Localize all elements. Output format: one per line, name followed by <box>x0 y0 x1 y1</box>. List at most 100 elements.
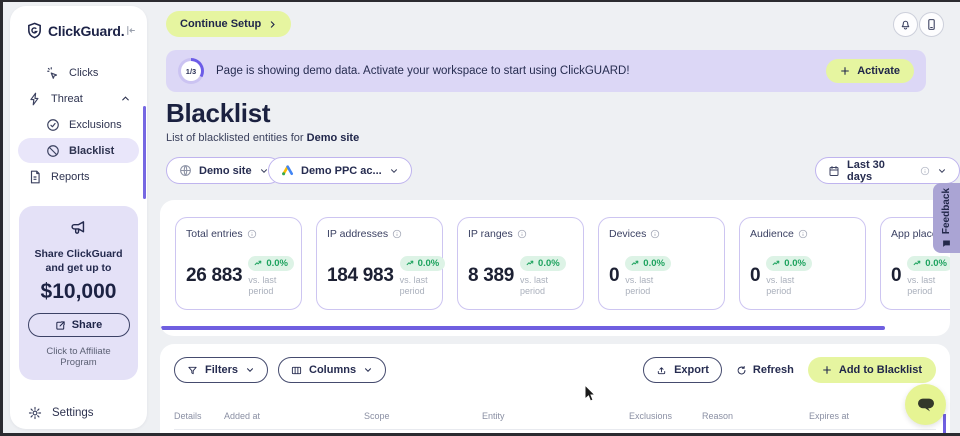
window-frame-left <box>0 0 3 436</box>
date-range-value: Last 30 days <box>847 159 913 183</box>
stat-delta-value: 0.0% <box>784 258 806 269</box>
stat-card: Audience 0 0.0% vs. last period <box>739 217 866 310</box>
stat-delta: 0.0%vs. last period <box>400 255 432 298</box>
columns-button[interactable]: Columns <box>278 357 386 383</box>
feedback-tab[interactable]: Feedback <box>933 183 960 253</box>
stat-delta-value: 0.0% <box>538 258 560 269</box>
refresh-icon <box>736 365 747 376</box>
setup-progress-ring: 1/3 <box>178 58 204 84</box>
upload-icon <box>656 365 667 376</box>
stat-value: 0 <box>609 265 619 287</box>
stat-vs-label: vs. last period <box>248 275 291 298</box>
column-header[interactable]: Added at <box>224 411 364 421</box>
notifications-button[interactable] <box>893 12 918 37</box>
feedback-label: Feedback <box>941 188 952 234</box>
stats-cards-row: Total entries26 8830.0%vs. last periodIP… <box>160 200 950 310</box>
sidebar-item-reports[interactable]: Reports <box>18 164 139 189</box>
stats-panel: Total entries26 8830.0%vs. last periodIP… <box>160 200 950 336</box>
activate-button[interactable]: Activate <box>826 59 914 83</box>
chat-widget-button[interactable] <box>905 384 946 425</box>
columns-label: Columns <box>309 364 356 376</box>
shield-logo-icon <box>26 22 43 39</box>
stat-delta: 0.0%vs. last period <box>907 255 950 298</box>
export-button[interactable]: Export <box>643 357 722 383</box>
chevron-down-icon <box>363 365 373 375</box>
sidebar: ClickGuard. Clicks Threat Exclusions <box>10 6 147 429</box>
sidebar-item-blacklist[interactable]: Blacklist <box>18 138 139 163</box>
stat-value: 0 <box>750 265 760 287</box>
trend-up-icon <box>772 259 781 268</box>
stat-vs-label: vs. last period <box>766 275 812 298</box>
info-circle-icon <box>650 229 660 239</box>
stat-label: Audience <box>750 228 794 240</box>
site-selector-value: Demo site <box>199 165 252 177</box>
speech-bubble-icon <box>916 397 936 413</box>
filters-label: Filters <box>205 364 238 376</box>
logo-row: ClickGuard. <box>10 6 147 51</box>
sidebar-item-threat[interactable]: Threat <box>18 86 139 111</box>
date-range-selector[interactable]: Last 30 days <box>815 157 960 184</box>
blacklist-table-panel: Filters Columns Export <box>160 344 950 436</box>
column-header[interactable]: Reason <box>702 411 809 421</box>
stat-vs-label: vs. last period <box>400 275 432 298</box>
chevron-down-icon <box>389 166 399 176</box>
bell-icon <box>899 18 912 31</box>
stat-delta-value: 0.0% <box>266 258 288 269</box>
funnel-icon <box>187 365 198 376</box>
continue-setup-button[interactable]: Continue Setup <box>166 11 291 37</box>
refresh-button[interactable]: Refresh <box>736 364 794 376</box>
info-circle-icon <box>392 229 402 239</box>
stat-card: IP ranges8 3890.0%vs. last period <box>457 217 584 310</box>
page-subtitle-entity: Demo site <box>307 132 360 144</box>
stats-horizontal-scrollbar[interactable] <box>161 326 885 330</box>
settings-label: Settings <box>52 407 94 419</box>
sidebar-item-settings[interactable]: Settings <box>28 406 147 420</box>
cursor-click-icon <box>46 66 60 80</box>
share-button[interactable]: Share <box>28 313 130 337</box>
column-header[interactable]: Entity <box>482 411 629 421</box>
promo-heading: Share ClickGuard and get up to <box>27 247 130 275</box>
column-header[interactable]: Exclusions <box>629 411 702 421</box>
add-to-blacklist-button[interactable]: Add to Blacklist <box>808 357 936 383</box>
page-vertical-scrollbar[interactable] <box>943 414 946 434</box>
stat-card: Devices00.0%vs. last period <box>598 217 725 310</box>
trend-up-icon <box>913 259 922 268</box>
add-to-blacklist-label: Add to Blacklist <box>839 364 922 376</box>
stat-card: Total entries 26 883 0.0% vs. last period <box>175 217 302 310</box>
stat-delta: 0.0% vs. last period <box>248 255 291 298</box>
docs-button[interactable] <box>919 12 944 37</box>
site-selector[interactable]: Demo site <box>166 157 282 184</box>
page-subtitle-text: List of blacklisted entities for <box>166 132 304 144</box>
info-circle-icon <box>247 229 257 239</box>
affiliate-promo-card: Share ClickGuard and get up to $10,000 S… <box>19 206 138 380</box>
chevron-down-icon <box>937 166 947 176</box>
ppc-account-selector[interactable]: Demo PPC ac... <box>268 157 412 184</box>
sidebar-scrollbar[interactable] <box>143 106 146 199</box>
window-frame-top <box>0 0 960 2</box>
stat-card: IP addresses184 9830.0%vs. last period <box>316 217 443 310</box>
lightning-icon <box>28 92 42 106</box>
sidebar-item-clicks[interactable]: Clicks <box>18 60 139 85</box>
export-label: Export <box>674 364 709 376</box>
stat-delta-value: 0.0% <box>925 258 947 269</box>
column-header[interactable]: Details <box>174 411 224 421</box>
column-header[interactable]: Scope <box>364 411 482 421</box>
stat-value: 26 883 <box>186 265 242 287</box>
page-subtitle: List of blacklisted entities for Demo si… <box>166 132 359 144</box>
trend-up-icon <box>406 259 415 268</box>
filters-button[interactable]: Filters <box>174 357 268 383</box>
globe-icon <box>179 164 192 177</box>
stat-label: IP addresses <box>327 228 388 240</box>
collapse-sidebar-icon[interactable] <box>124 24 137 37</box>
stat-label: Total entries <box>186 228 243 240</box>
stat-delta: 0.0%vs. last period <box>520 255 566 298</box>
affiliate-link[interactable]: Click to Affiliate Program <box>27 346 130 368</box>
gear-icon <box>28 406 42 420</box>
stat-label: IP ranges <box>468 228 513 240</box>
share-button-label: Share <box>72 319 103 331</box>
sidebar-item-exclusions[interactable]: Exclusions <box>18 112 139 137</box>
stat-vs-label: vs. last period <box>625 275 671 298</box>
activate-label: Activate <box>857 65 900 77</box>
chevron-right-icon <box>268 20 277 29</box>
chevron-up-icon <box>120 93 131 104</box>
